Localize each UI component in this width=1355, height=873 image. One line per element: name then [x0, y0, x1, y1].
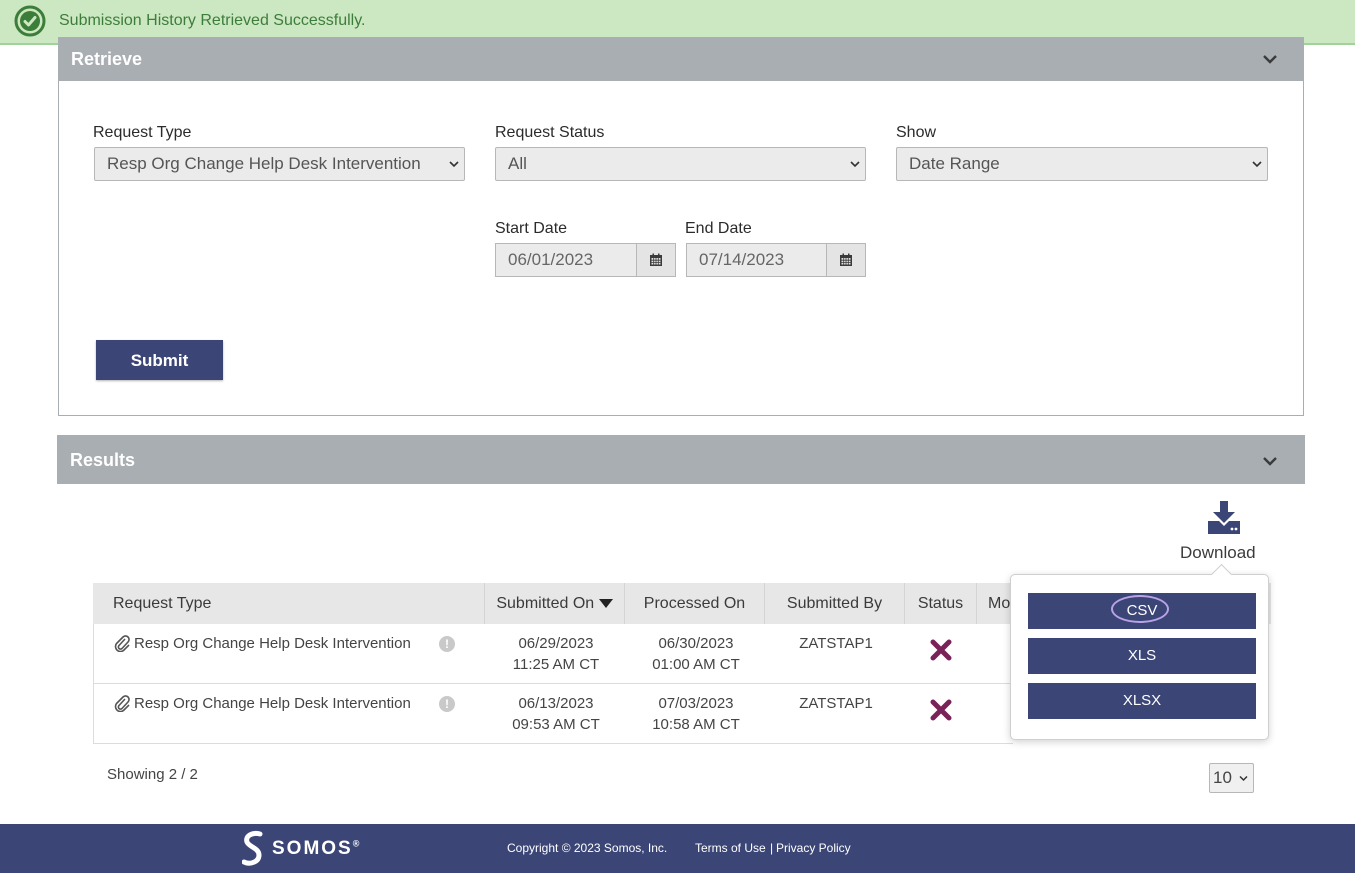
chevron-down-icon[interactable] — [1262, 455, 1278, 467]
privacy-policy-link[interactable]: Privacy Policy — [776, 841, 851, 855]
column-header-processed-on[interactable]: Processed On — [625, 583, 765, 624]
table-row: Resp Org Change Help Desk Intervention !… — [93, 624, 1013, 684]
results-title: Results — [70, 450, 136, 470]
start-date-calendar-button[interactable] — [636, 243, 676, 277]
row-submitted-date: 06/13/2023 — [518, 695, 594, 712]
table-row: Resp Org Change Help Desk Intervention !… — [93, 684, 1013, 744]
download-xls-button[interactable]: XLS — [1028, 638, 1256, 674]
focus-highlight — [1111, 595, 1169, 623]
select-caret-icon — [449, 161, 459, 168]
column-header-submitted-on-label: Submitted On — [496, 595, 595, 612]
end-date-input[interactable]: 07/14/2023 — [686, 243, 828, 277]
request-status-select[interactable]: All — [495, 147, 866, 181]
row-request-type[interactable]: Resp Org Change Help Desk Intervention — [134, 693, 411, 714]
show-label: Show — [896, 124, 937, 141]
page-size-select[interactable]: 10 — [1209, 763, 1254, 793]
copyright-text: Copyright © 2023 Somos, Inc. — [507, 841, 668, 855]
start-date-value: 06/01/2023 — [508, 250, 594, 269]
paperclip-icon[interactable] — [114, 634, 130, 652]
submit-button[interactable]: Submit — [96, 340, 223, 380]
somos-logo-text: SOMOS® — [272, 838, 361, 860]
retrieve-title: Retrieve — [71, 49, 143, 69]
request-type-select[interactable]: Resp Org Change Help Desk Intervention — [94, 147, 465, 181]
x-mark-icon — [930, 639, 952, 661]
logo-registered: ® — [352, 838, 362, 849]
row-request-type[interactable]: Resp Org Change Help Desk Intervention — [134, 633, 411, 654]
download-icon[interactable] — [1206, 501, 1242, 535]
request-status-label: Request Status — [495, 124, 605, 141]
info-icon[interactable]: ! — [439, 696, 455, 712]
retrieve-panel-body — [58, 81, 1304, 416]
show-select[interactable]: Date Range — [896, 147, 1268, 181]
select-caret-icon — [1239, 775, 1248, 782]
retrieve-panel-header[interactable]: Retrieve — [58, 37, 1304, 82]
footer-spacer — [0, 805, 1355, 824]
show-value: Date Range — [909, 154, 1000, 173]
request-type-value: Resp Org Change Help Desk Intervention — [107, 154, 421, 173]
x-mark-icon — [930, 699, 952, 721]
column-header-request-type[interactable]: Request Type — [93, 583, 485, 624]
row-submitted-by: ZATSTAP1 — [799, 635, 873, 652]
footer-separator: | — [770, 841, 774, 855]
banner-message: Submission History Retrieved Successfull… — [59, 12, 366, 29]
calendar-icon — [650, 253, 662, 266]
download-xlsx-button[interactable]: XLSX — [1028, 683, 1256, 719]
request-type-label: Request Type — [93, 124, 192, 141]
terms-of-use-link[interactable]: Terms of Use — [695, 841, 766, 855]
logo-wordmark: SOMOS — [272, 838, 353, 859]
showing-count: Showing 2 / 2 — [107, 766, 198, 783]
column-header-status[interactable]: Status — [905, 583, 977, 624]
row-submitted-time: 09:53 AM CT — [512, 716, 600, 733]
sort-desc-icon — [598, 599, 613, 609]
row-processed-time: 01:00 AM CT — [652, 656, 740, 673]
download-format-popover: CSV XLS XLSX — [1010, 563, 1269, 740]
row-processed-date: 07/03/2023 — [658, 695, 734, 712]
request-status-value: All — [508, 154, 527, 173]
end-date-calendar-button[interactable] — [826, 243, 866, 277]
page-size-value: 10 — [1213, 768, 1232, 787]
paperclip-icon[interactable] — [114, 694, 130, 712]
end-date-label: End Date — [685, 220, 752, 237]
start-date-input[interactable]: 06/01/2023 — [495, 243, 637, 277]
info-icon[interactable]: ! — [439, 636, 455, 652]
row-processed-date: 06/30/2023 — [658, 635, 734, 652]
select-caret-icon — [850, 161, 860, 168]
calendar-icon — [840, 253, 852, 266]
check-circle-icon — [14, 5, 46, 37]
row-submitted-by: ZATSTAP1 — [799, 695, 873, 712]
results-panel-header[interactable]: Results — [57, 435, 1305, 484]
download-label[interactable]: Download — [1180, 543, 1256, 563]
end-date-value: 07/14/2023 — [699, 250, 785, 269]
somos-logo-icon — [242, 831, 263, 866]
download-csv-button[interactable]: CSV — [1028, 593, 1256, 629]
footer: SOMOS® Copyright © 2023 Somos, Inc. Term… — [0, 824, 1355, 873]
row-submitted-date: 06/29/2023 — [518, 635, 594, 652]
select-caret-icon — [1252, 161, 1262, 168]
start-date-label: Start Date — [495, 220, 568, 237]
row-processed-time: 10:58 AM CT — [652, 716, 740, 733]
column-header-submitted-by[interactable]: Submitted By — [765, 583, 905, 624]
row-submitted-time: 11:25 AM CT — [512, 656, 600, 673]
column-header-submitted-on[interactable]: Submitted On — [485, 583, 625, 624]
chevron-down-icon[interactable] — [1262, 53, 1278, 65]
